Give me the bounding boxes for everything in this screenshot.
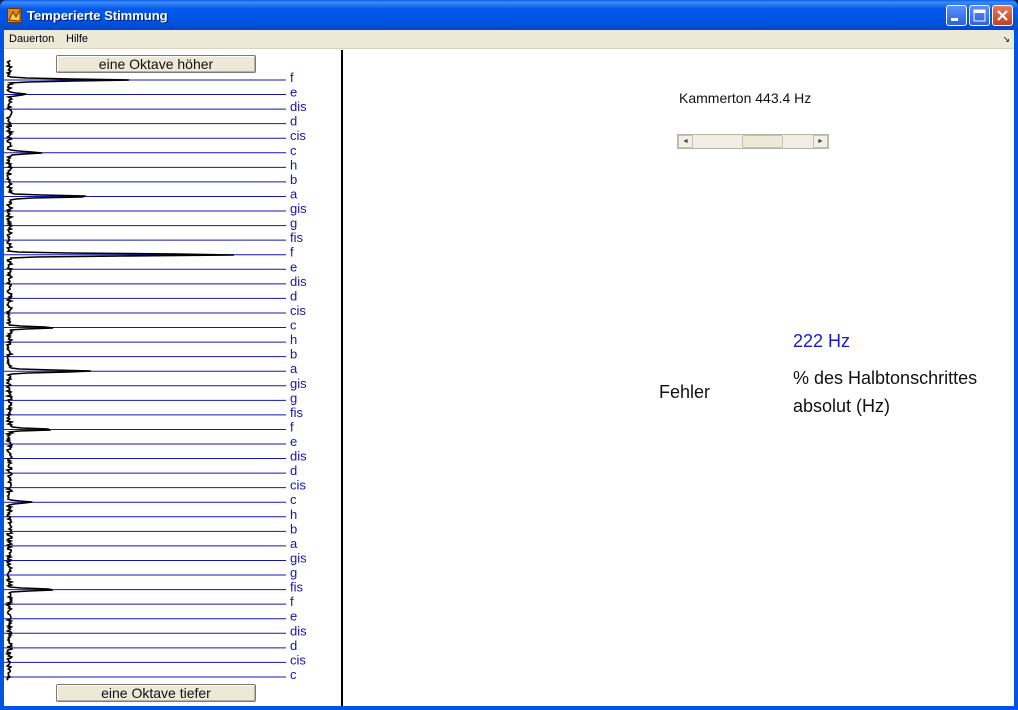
note-label: fis xyxy=(290,580,304,595)
octave-up-button[interactable]: eine Oktave höher xyxy=(56,55,256,73)
control-panel: Kammerton 443.4 Hz ◄ ► 222 Hz Fehler % d… xyxy=(343,50,1014,706)
kammerton-slider[interactable]: ◄ ► xyxy=(677,134,829,149)
note-label: c xyxy=(290,143,297,158)
note-label: d xyxy=(290,638,297,653)
note-label: cis xyxy=(290,478,306,493)
note-label: gis xyxy=(290,376,307,391)
note-label: e xyxy=(290,434,297,449)
note-label: a xyxy=(290,186,298,201)
spectrum-panel: f e dis d cis c h b a gis g fis f e dis d cis c h b a gis g fis… xyxy=(4,50,343,706)
note-label: f xyxy=(290,70,294,85)
note-label: d xyxy=(290,463,297,478)
close-button[interactable] xyxy=(992,5,1013,26)
frequency-readout: 222 Hz xyxy=(793,331,851,351)
client-area: Dauerton Hilfe ↘ f e dis d cis c h b a gis g fis f e d… xyxy=(4,30,1014,706)
menu-dauerton[interactable]: Dauerton xyxy=(9,33,54,45)
note-label: fis xyxy=(290,405,304,420)
slider-left-arrow-icon[interactable]: ◄ xyxy=(678,135,693,148)
note-label: b xyxy=(290,172,297,187)
note-label: cis xyxy=(290,652,306,667)
maximize-icon xyxy=(973,9,986,22)
note-label: gis xyxy=(290,201,307,216)
maximize-button[interactable] xyxy=(969,5,990,26)
kammerton-label: Kammerton 443.4 Hz xyxy=(679,90,812,106)
note-label: c xyxy=(290,492,297,507)
note-label: g xyxy=(290,390,297,405)
slider-right-arrow-icon[interactable]: ► xyxy=(813,135,828,148)
matlab-icon xyxy=(7,8,22,23)
note-label: a xyxy=(290,536,298,551)
note-label: d xyxy=(290,288,297,303)
octave-down-button[interactable]: eine Oktave tiefer xyxy=(56,684,256,702)
note-label: f xyxy=(290,419,294,434)
note-label: h xyxy=(290,332,297,347)
note-label: c xyxy=(290,667,297,682)
minimize-button[interactable] xyxy=(946,5,967,26)
dock-arrow-icon[interactable]: ↘ xyxy=(1002,34,1010,45)
note-label: b xyxy=(290,521,297,536)
note-label: e xyxy=(290,609,297,624)
note-label: dis xyxy=(290,449,307,464)
fehler-label: Fehler xyxy=(659,382,711,402)
note-label: f xyxy=(290,594,294,609)
title-bar[interactable]: Temperierte Stimmung xyxy=(0,0,1018,30)
slider-track[interactable] xyxy=(693,135,813,148)
percent-error-label: % des Halbtonschrittes xyxy=(793,368,978,388)
close-icon xyxy=(997,10,1008,21)
slider-thumb[interactable] xyxy=(742,135,783,148)
note-label: cis xyxy=(290,128,306,143)
note-label: d xyxy=(290,114,297,129)
note-label: f xyxy=(290,245,294,260)
note-label: e xyxy=(290,259,297,274)
absolute-error-label: absolut (Hz) xyxy=(793,396,891,416)
note-label: fis xyxy=(290,230,304,245)
note-label: h xyxy=(290,507,297,522)
note-label: dis xyxy=(290,623,307,638)
note-label: h xyxy=(290,157,297,172)
note-label: g xyxy=(290,216,297,231)
note-label: cis xyxy=(290,303,306,318)
note-label: e xyxy=(290,85,297,100)
note-label: c xyxy=(290,318,297,333)
note-label: gis xyxy=(290,550,307,565)
note-label: dis xyxy=(290,99,307,114)
menu-bar: Dauerton Hilfe ↘ xyxy=(4,30,1014,49)
window-title: Temperierte Stimmung xyxy=(27,8,168,23)
spectrum-plot: fedisdcischbagisgfisfedisdcischbagisgfis… xyxy=(4,59,307,682)
minimize-icon xyxy=(951,18,958,21)
note-label: dis xyxy=(290,274,307,289)
menu-hilfe[interactable]: Hilfe xyxy=(66,33,88,45)
note-label: a xyxy=(290,361,298,376)
note-label: b xyxy=(290,347,297,362)
note-label: g xyxy=(290,565,297,580)
app-window: Temperierte Stimmung Dauerton Hilfe ↘ fe… xyxy=(0,0,1018,710)
